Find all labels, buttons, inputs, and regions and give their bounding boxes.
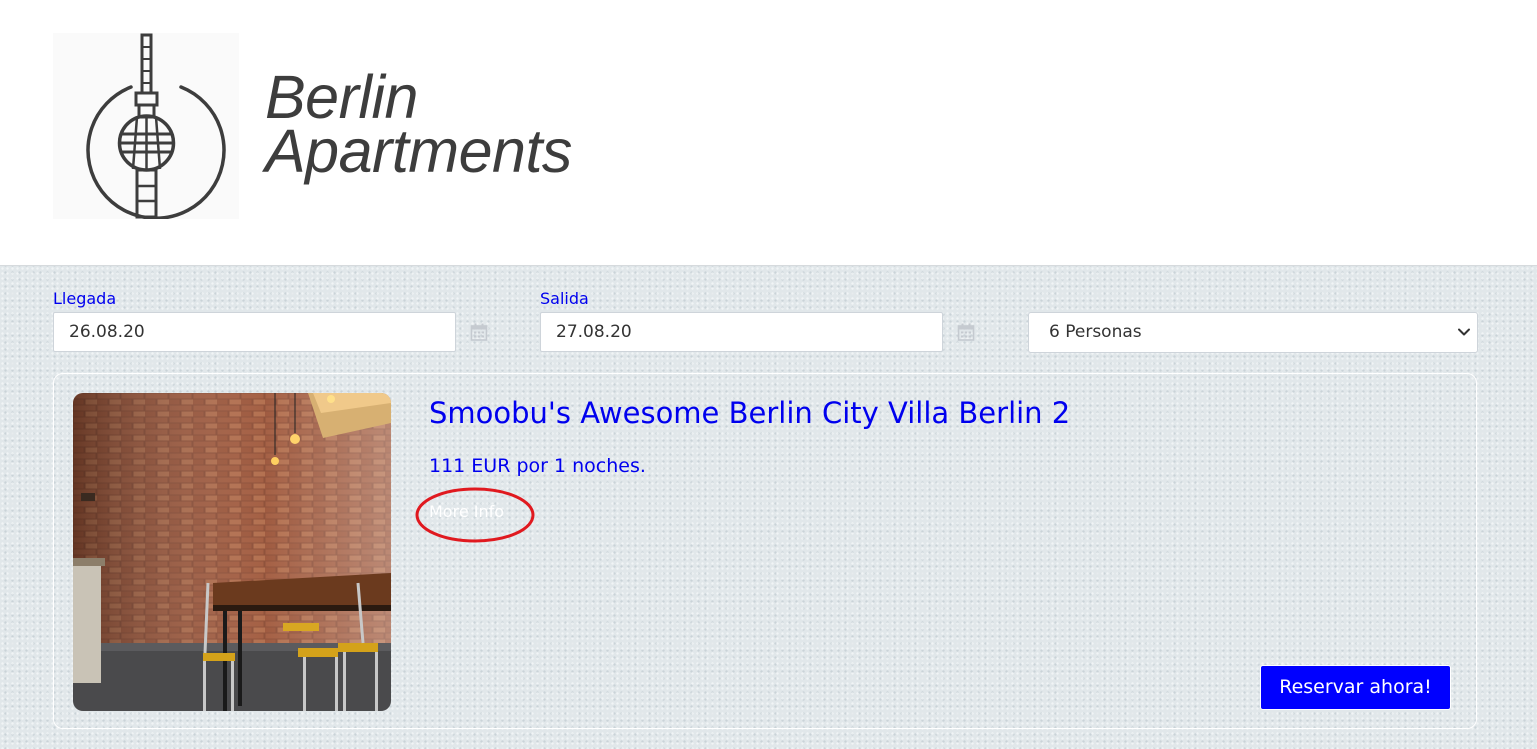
guests-selected-value: 6 Personas [1049,322,1142,342]
guests-select[interactable]: 6 Personas [1028,312,1478,353]
apartment-photo[interactable] [73,393,391,711]
listing-price: 111 EUR por 1 noches. [429,455,646,477]
site-header: Berlin Apartments [0,0,1537,266]
brand-line-2: Apartments [265,117,572,185]
annotation-circle [415,487,535,543]
calendar-icon[interactable] [957,323,975,341]
chevron-down-icon [1458,328,1470,336]
book-now-button[interactable]: Reservar ahora! [1260,665,1451,710]
brand-line-1: Berlin [265,63,418,131]
departure-label: Salida [540,289,589,308]
listing-title[interactable]: Smoobu's Awesome Berlin City Villa Berli… [429,396,1070,430]
calendar-icon[interactable] [470,323,488,341]
departure-date-input[interactable]: 27.08.20 [540,312,943,352]
booking-area: Llegada 26.08.20 Salida 27.08.20 6 Perso… [0,266,1537,749]
arrival-label: Llegada [53,289,117,308]
listing-card: Smoobu's Awesome Berlin City Villa Berli… [53,373,1477,729]
tv-tower-icon[interactable] [53,33,239,219]
arrival-date-input[interactable]: 26.08.20 [53,312,456,352]
brand-title: Berlin Apartments [265,63,572,185]
